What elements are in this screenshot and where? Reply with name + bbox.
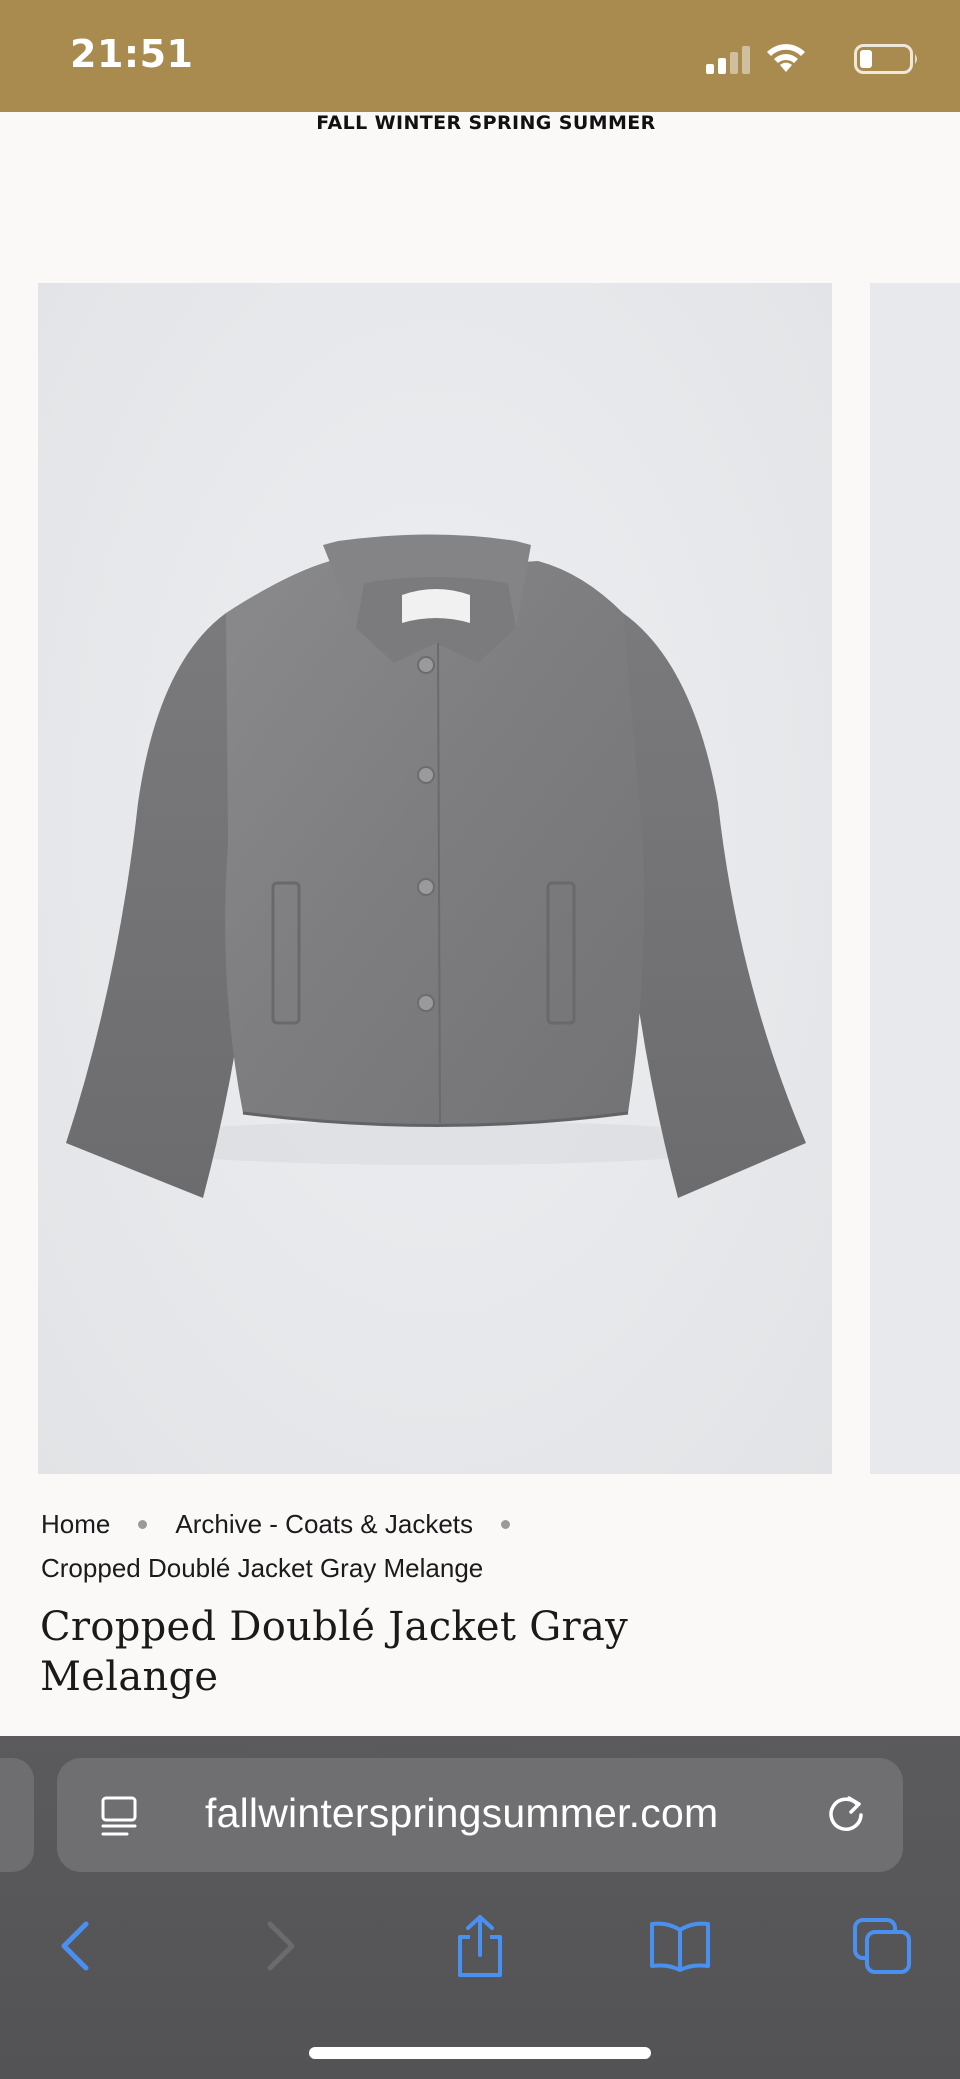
share-icon — [458, 1915, 502, 1977]
status-time: 21:51 — [70, 32, 194, 76]
product-title: Cropped Doublé Jacket Gray Melange — [40, 1604, 629, 1700]
tabs-button[interactable] — [842, 1906, 922, 1986]
back-button[interactable] — [36, 1906, 116, 1986]
brand-logo[interactable]: FALL WINTER SPRING SUMMER — [0, 112, 960, 134]
breadcrumb-current: Cropped Doublé Jacket Gray Melange — [41, 1553, 484, 1583]
wifi-icon — [767, 44, 805, 72]
next-product-image[interactable] — [870, 283, 960, 1474]
breadcrumb-home[interactable]: Home — [41, 1509, 110, 1539]
page-menu-icon[interactable] — [99, 1794, 139, 1838]
forward-button[interactable] — [240, 1906, 320, 1986]
previous-tab-preview[interactable] — [0, 1758, 34, 1872]
browser-toolbar — [0, 1906, 960, 1996]
back-icon — [61, 1921, 89, 1971]
status-bar: 21:51 — [0, 0, 960, 112]
breadcrumb-archive[interactable]: Archive - Coats & Jackets — [175, 1509, 473, 1539]
breadcrumb-separator — [138, 1519, 148, 1529]
tabs-icon — [853, 1918, 911, 1974]
home-indicator — [309, 2047, 651, 2059]
signal-icon — [706, 46, 750, 74]
url-text[interactable]: fallwinterspringsummer.com — [205, 1790, 825, 1837]
jacket-illustration — [66, 534, 806, 1198]
product-image-carousel[interactable] — [0, 283, 960, 1474]
bookmarks-icon — [650, 1921, 710, 1972]
battery-icon — [854, 44, 917, 74]
reload-icon[interactable] — [823, 1792, 869, 1838]
forward-icon — [267, 1921, 295, 1971]
product-image[interactable] — [38, 283, 832, 1474]
address-bar[interactable]: fallwinterspringsummer.com — [57, 1758, 903, 1872]
browser-bar: fallwinterspringsummer.com — [0, 1736, 960, 2079]
status-icons — [660, 40, 920, 76]
share-button[interactable] — [440, 1906, 520, 1986]
breadcrumb: Home Archive - Coats & Jackets Cropped Do… — [41, 1502, 741, 1590]
bookmarks-button[interactable] — [640, 1906, 720, 1986]
breadcrumb-separator — [501, 1519, 511, 1529]
